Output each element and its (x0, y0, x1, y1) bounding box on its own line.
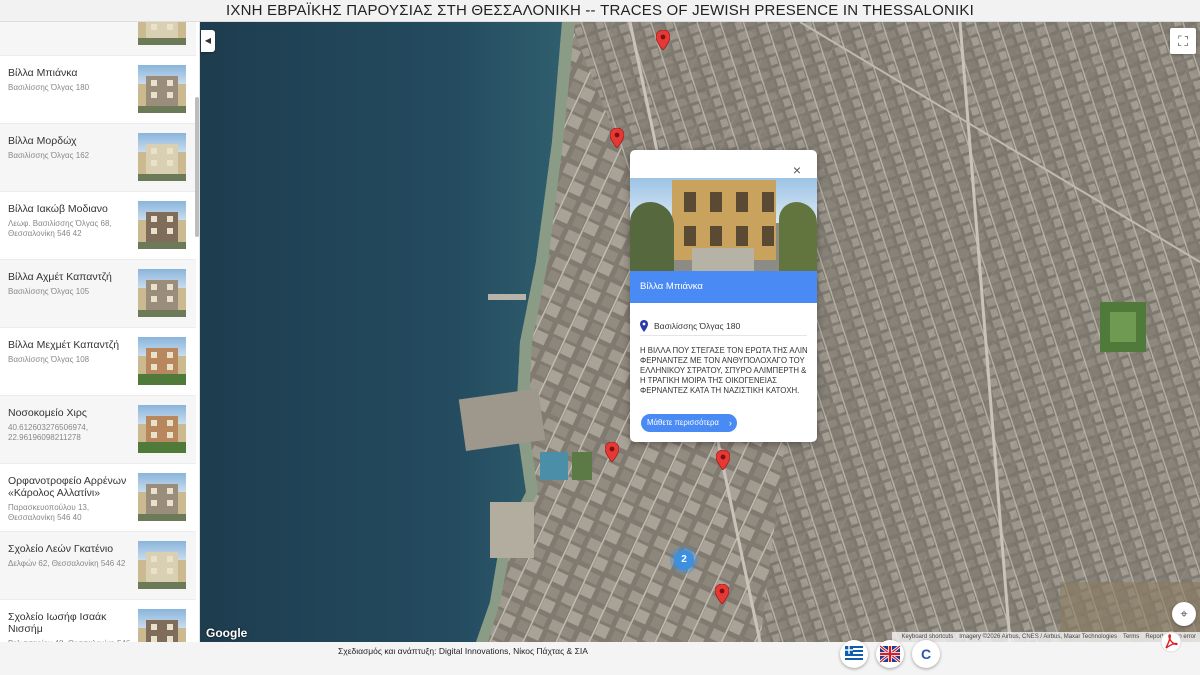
popup-photo (630, 178, 817, 271)
google-logo: Google (206, 626, 248, 640)
list-item-address: Παρασκευοπούλου 13, Θεσσαλονίκη 546 40 (8, 503, 90, 522)
list-item-thumbnail (138, 133, 186, 181)
list-item-thumbnail (138, 541, 186, 589)
page-title: ΙΧΝΗ ΕΒΡΑΪΚΗΣ ΠΑΡΟΥΣΙΑΣ ΣΤΗ ΘΕΣΣΑΛΟΝΙΚΗ … (0, 0, 1200, 22)
list-item-name: Βίλλα Ιακώβ Μοδιανο (8, 203, 108, 215)
list-item-address: Βασιλίσσης Όλγας 180 (8, 83, 90, 92)
info-popup: × Βίλλα Μπιάνκα Βασιλίσσης Όλγας 180 Η Β… (630, 150, 817, 442)
close-icon[interactable]: × (793, 163, 801, 177)
list-item-name: Βίλλα Μορδώχ (8, 135, 77, 147)
list-item[interactable]: Ορφανοτροφείο Αρρένων «Κάρολος Αλλατίνι»… (0, 464, 196, 532)
popup-address: Βασιλίσσης Όλγας 180 (654, 321, 741, 331)
attribution-link[interactable]: Terms (1123, 634, 1139, 640)
map-marker-icon[interactable] (716, 450, 730, 470)
c-button[interactable]: C (912, 640, 940, 668)
greek-language-button[interactable] (840, 640, 868, 668)
locations-list: Βίλλα Μπιάνκα Βασιλίσσης Όλγας 180 Βίλλα Μ… (0, 22, 196, 642)
list-item-address: Βασιλίσσης Όλγας 162 (8, 151, 90, 160)
english-language-button[interactable] (876, 640, 904, 668)
uk-flag-icon (879, 644, 901, 664)
list-item-thumbnail (138, 405, 186, 453)
locate-icon[interactable]: ⌖ (1172, 602, 1196, 626)
attribution-link[interactable]: Imagery ©2026 Airbus, CNES / Airbus, Max… (959, 634, 1117, 640)
list-item-address: Βασιλίσσης Όλγας 105 (8, 287, 90, 296)
list-item[interactable]: Βίλλα Ιακώβ Μοδιανο Λεωφ. Βασιλίσσης Όλγα… (0, 192, 196, 260)
list-item-address: 40.612603276506974, 22.96196098211278 (8, 423, 89, 442)
list-item-thumbnail (138, 337, 186, 385)
popup-description: Η ΒΙΛΛΑ ΠΟΥ ΣΤΕΓΑΣΕ ΤΟΝ ΕΡΩΤΑ ΤΗΣ ΑΛΙΝ Φ… (640, 346, 808, 395)
fullscreen-button[interactable]: ⛶ (1170, 28, 1196, 54)
list-item-thumbnail (138, 473, 186, 521)
chevron-right-icon: › (728, 418, 732, 428)
popup-address-row: Βασιλίσσης Όλγας 180 (640, 320, 807, 336)
list-item-address: Δελφών 62, Θεσσαλονίκη 546 42 (8, 559, 126, 568)
list-item-name: Βίλλα Αχμέτ Καπαντζή (8, 271, 112, 283)
list-item-thumbnail (138, 65, 186, 113)
list-item-name: Βίλλα Μπιάνκα (8, 67, 78, 79)
map-attribution[interactable]: Keyboard shortcuts Imagery ©2026 Airbus, … (891, 632, 1200, 642)
list-item-address: Λεωφ. Βασιλίσσης Όλγας 68, Θεσσαλονίκη 5… (8, 219, 112, 238)
list-item[interactable]: Βίλλα Μορδώχ Βασιλίσσης Όλγας 162 (0, 124, 196, 192)
list-item-name: Σχολείο Λεών Γκατένιο (8, 543, 114, 555)
learn-more-button[interactable]: Μάθετε περισσότερα › (641, 414, 737, 432)
list-item-thumbnail (138, 269, 186, 317)
list-item-name: Βίλλα Μεχμέτ Καπαντζή (8, 339, 120, 351)
location-pin-icon (640, 320, 648, 332)
map-marker-icon[interactable] (610, 128, 624, 148)
credits-text: Σχεδιασμός και ανάπτυξη: Digital Innovat… (338, 646, 588, 656)
list-item[interactable]: Σχολείο Λεών Γκατένιο Δελφών 62, Θεσσαλον… (0, 532, 196, 600)
marker-cluster[interactable]: 2 (674, 550, 694, 570)
greece-flag-icon (845, 646, 863, 662)
map-marker-icon[interactable] (715, 584, 729, 604)
list-item-name: Ορφανοτροφείο Αρρένων «Κάρολος Αλλατίνι» (8, 475, 127, 499)
list-item-thumbnail (138, 22, 186, 45)
list-item[interactable]: Βίλλα Μπιάνκα Βασιλίσσης Όλγας 180 (0, 56, 196, 124)
learn-more-label: Μάθετε περισσότερα (647, 418, 719, 427)
popup-title: Βίλλα Μπιάνκα (630, 271, 817, 303)
list-item[interactable]: Νοσοκομείο Χιρς 40.612603276506974, 22.96… (0, 396, 196, 464)
list-item[interactable] (0, 22, 196, 56)
map-marker-icon[interactable] (656, 30, 670, 50)
list-item-name: Σχολείο Ιωσήφ Ισαάκ Νισσήμ (8, 611, 107, 635)
list-item-thumbnail (138, 609, 186, 642)
footer: Σχεδιασμός και ανάπτυξη: Digital Innovat… (0, 631, 1200, 675)
sidebar-list[interactable]: Βίλλα Μπιάνκα Βασιλίσσης Όλγας 180 Βίλλα Μ… (0, 22, 200, 642)
list-item-address: Βασιλίσσης Όλγας 108 (8, 355, 90, 364)
list-item[interactable]: Σχολείο Ιωσήφ Ισαάκ ΝισσήμΒελισσαρίου 48… (0, 600, 196, 642)
sidebar-scrollbar[interactable] (195, 97, 199, 237)
list-item-name: Νοσοκομείο Χιρς (8, 407, 87, 419)
list-item-thumbnail (138, 201, 186, 249)
pdf-icon[interactable] (1160, 630, 1182, 654)
map-marker-icon[interactable] (605, 442, 619, 462)
collapse-sidebar-button[interactable]: ◀ (201, 30, 215, 52)
list-item[interactable]: Βίλλα Αχμέτ Καπαντζή Βασιλίσσης Όλγας 105 (0, 260, 196, 328)
list-item[interactable]: Βίλλα Μεχμέτ Καπαντζή Βασιλίσσης Όλγας 10… (0, 328, 196, 396)
